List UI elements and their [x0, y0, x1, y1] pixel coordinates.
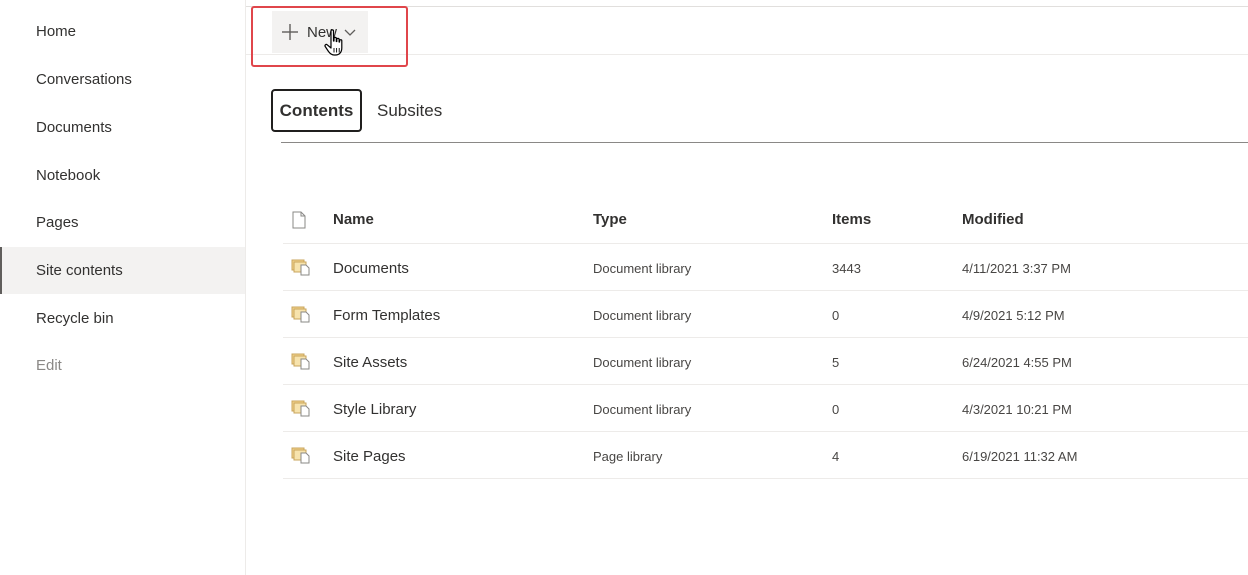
row-items: 4: [832, 448, 840, 464]
document-icon: [292, 211, 306, 228]
table-row[interactable]: Documents Document library 3443 4/11/202…: [283, 244, 1248, 291]
command-bar-divider: [246, 54, 1248, 55]
nav-item-edit[interactable]: Edit: [0, 342, 245, 389]
library-icon: [291, 291, 313, 337]
nav-item-home[interactable]: Home: [0, 8, 245, 55]
row-items: 0: [832, 307, 840, 323]
column-header-label: Modified: [962, 211, 1024, 228]
table-row[interactable]: Form Templates Document library 0 4/9/20…: [283, 291, 1248, 338]
tab-subsites[interactable]: Subsites: [377, 89, 457, 132]
column-header-label: Type: [593, 211, 627, 228]
nav-item-label: Home: [36, 23, 77, 40]
row-type: Document library: [593, 260, 692, 276]
nav-item-conversations[interactable]: Conversations: [0, 56, 245, 103]
nav-item-label: Documents: [36, 119, 112, 136]
row-modified: 6/24/2021 4:55 PM: [962, 354, 1072, 370]
nav-item-label: Conversations: [36, 71, 132, 88]
nav-item-label: Site contents: [36, 262, 123, 279]
column-header-label: Name: [333, 211, 374, 228]
row-modified: 4/3/2021 10:21 PM: [962, 401, 1072, 417]
top-divider: [246, 6, 1248, 7]
nav-item-label: Recycle bin: [36, 310, 114, 327]
nav-item-label: Pages: [36, 214, 79, 231]
chevron-down-icon[interactable]: [343, 25, 357, 39]
row-type: Document library: [593, 401, 692, 417]
row-name-link[interactable]: Site Assets: [333, 339, 407, 385]
nav-item-site-contents[interactable]: Site contents: [0, 247, 245, 294]
row-type: Document library: [593, 307, 692, 323]
new-button-label: New: [307, 23, 338, 41]
row-items: 5: [832, 354, 840, 370]
file-type-header[interactable]: [291, 196, 313, 243]
row-modified: 6/19/2021 11:32 AM: [962, 448, 1078, 464]
table-row[interactable]: Style Library Document library 0 4/3/202…: [283, 385, 1248, 432]
nav-item-recycle-bin[interactable]: Recycle bin: [0, 295, 245, 342]
column-header-name[interactable]: Name: [333, 196, 374, 243]
tab-contents[interactable]: Contents: [271, 89, 362, 132]
library-icon: [291, 244, 313, 290]
nav-item-label: Notebook: [36, 167, 101, 184]
library-icon: [291, 385, 313, 431]
column-header-items[interactable]: Items: [832, 196, 871, 243]
row-items: 3443: [832, 260, 861, 276]
row-name-link[interactable]: Site Pages: [333, 433, 406, 479]
site-contents-page: Home Conversations Documents Notebook Pa…: [0, 0, 1248, 575]
row-name-link[interactable]: Style Library: [333, 386, 416, 432]
library-icon: [291, 338, 313, 384]
column-header-modified[interactable]: Modified: [962, 196, 1024, 243]
column-header-type[interactable]: Type: [593, 196, 627, 243]
left-navigation: Home Conversations Documents Notebook Pa…: [0, 0, 246, 575]
nav-item-documents[interactable]: Documents: [0, 104, 245, 151]
tab-label: Contents: [279, 100, 354, 120]
row-name-link[interactable]: Documents: [333, 245, 409, 291]
tab-label: Subsites: [377, 100, 443, 120]
tabs-divider: [281, 142, 1248, 143]
table-row[interactable]: Site Pages Page library 4 6/19/2021 11:3…: [283, 432, 1248, 479]
nav-item-notebook[interactable]: Notebook: [0, 152, 245, 199]
row-items: 0: [832, 401, 840, 417]
plus-icon: [282, 24, 298, 40]
library-icon: [291, 432, 313, 478]
contents-table: Name Type Items Modified Documents Docum…: [283, 196, 1248, 479]
table-row[interactable]: Site Assets Document library 5 6/24/2021…: [283, 338, 1248, 385]
row-type: Document library: [593, 354, 692, 370]
row-type: Page library: [593, 448, 663, 464]
column-header-label: Items: [832, 211, 872, 228]
nav-item-pages[interactable]: Pages: [0, 199, 245, 246]
row-modified: 4/11/2021 3:37 PM: [962, 260, 1071, 276]
nav-item-label: Edit: [36, 357, 62, 374]
new-button[interactable]: New: [272, 11, 368, 53]
row-modified: 4/9/2021 5:12 PM: [962, 307, 1065, 323]
table-header: Name Type Items Modified: [283, 196, 1248, 244]
row-name-link[interactable]: Form Templates: [333, 292, 440, 338]
